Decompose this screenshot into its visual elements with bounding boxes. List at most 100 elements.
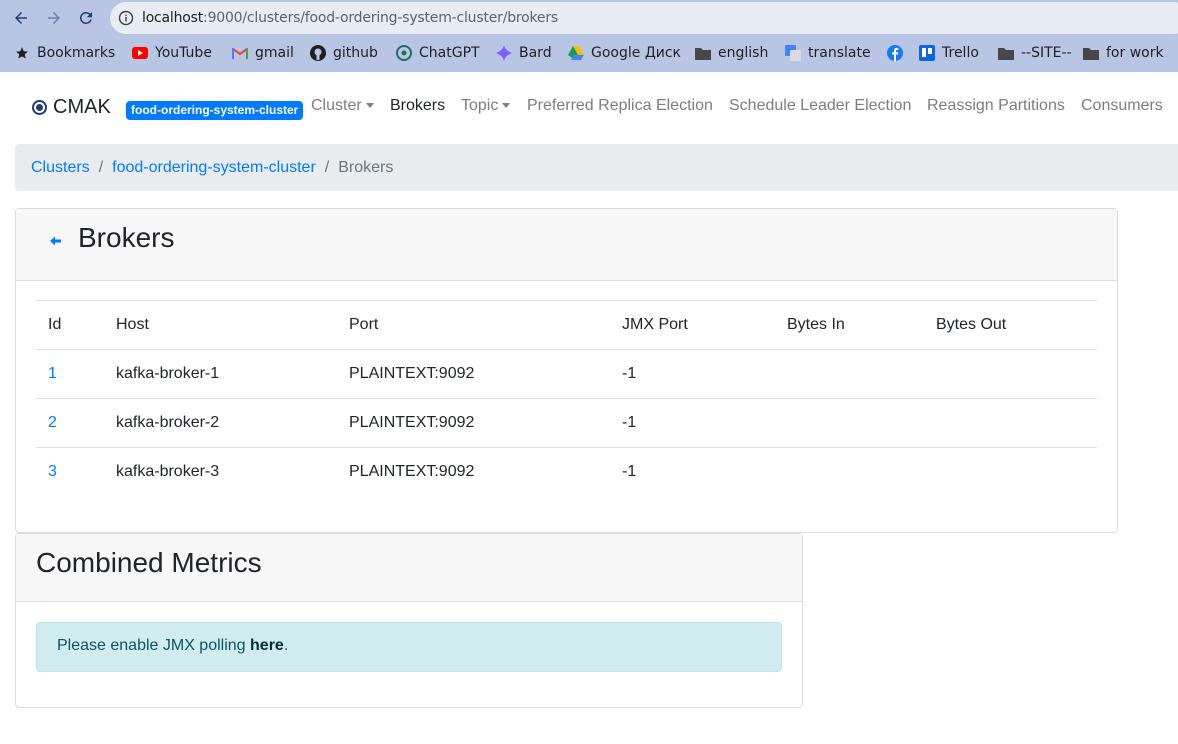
facebook-icon bbox=[887, 45, 903, 61]
broker-port: PLAINTEXT:9092 bbox=[337, 447, 610, 497]
youtube-icon bbox=[132, 45, 148, 61]
broker-jmx-port: -1 bbox=[610, 447, 775, 497]
forward-button[interactable] bbox=[42, 6, 66, 30]
star-icon bbox=[14, 45, 30, 61]
table-header-row: Id Host Port JMX Port Bytes In Bytes Out bbox=[36, 300, 1097, 350]
back-arrow-icon[interactable] bbox=[50, 235, 62, 247]
url-text: localhost:9000/clusters/food-ordering-sy… bbox=[142, 10, 558, 26]
bookmark-label: YouTube bbox=[155, 45, 212, 61]
bookmark-label: english bbox=[718, 45, 769, 61]
alert-suffix: . bbox=[283, 637, 289, 654]
table-row: 2 kafka-broker-2 PLAINTEXT:9092 -1 bbox=[36, 398, 1097, 448]
bookmark-label: Google Диск bbox=[591, 45, 682, 61]
broker-id-cell: 2 bbox=[36, 398, 104, 448]
bookmark-bard[interactable]: Bard bbox=[496, 42, 552, 64]
brand-link[interactable]: CMAK bbox=[32, 96, 111, 119]
bookmark-github[interactable]: github bbox=[310, 42, 378, 64]
broker-bytes-in bbox=[775, 447, 924, 497]
nav-label: Brokers bbox=[390, 97, 446, 114]
bookmark-label: for work bbox=[1106, 45, 1164, 61]
enable-jmx-link[interactable]: here bbox=[250, 637, 284, 654]
nav-topic-dropdown[interactable]: Topic bbox=[461, 97, 511, 115]
bookmark-label: Bard bbox=[519, 45, 552, 61]
broker-id-cell: 1 bbox=[36, 349, 104, 399]
broker-bytes-out bbox=[924, 349, 1097, 399]
column-header-bytes-in: Bytes In bbox=[775, 300, 924, 350]
bookmark-label: gmail bbox=[255, 45, 294, 61]
caret-down-icon bbox=[502, 103, 511, 109]
brokers-table: Id Host Port JMX Port Bytes In Bytes Out… bbox=[36, 300, 1097, 497]
broker-port: PLAINTEXT:9092 bbox=[337, 349, 610, 399]
bookmark-english[interactable]: english bbox=[695, 42, 768, 64]
arrow-right-icon bbox=[48, 12, 60, 24]
caret-down-icon bbox=[365, 103, 374, 109]
broker-id-link[interactable]: 2 bbox=[48, 414, 57, 431]
browser-chrome: localhost:9000/clusters/food-ordering-sy… bbox=[0, 0, 1178, 72]
nav-cluster-dropdown[interactable]: Cluster bbox=[311, 97, 374, 115]
folder-icon bbox=[695, 45, 711, 61]
broker-jmx-port: -1 bbox=[610, 398, 775, 448]
broker-bytes-out bbox=[924, 398, 1097, 448]
combined-metrics-card: Combined Metrics Please enable JMX polli… bbox=[15, 533, 803, 708]
bookmark-label: translate bbox=[808, 45, 871, 61]
bookmark-translate[interactable]: translate bbox=[785, 42, 871, 64]
folder-icon bbox=[998, 45, 1014, 61]
arrow-left-icon bbox=[15, 12, 27, 24]
nav-reassign-partitions[interactable]: Reassign Partitions bbox=[927, 97, 1065, 115]
breadcrumb-clusters-link[interactable]: Clusters bbox=[31, 159, 90, 177]
nav-schedule-leader-election[interactable]: Schedule Leader Election bbox=[729, 97, 911, 115]
nav-label: Schedule Leader Election bbox=[729, 97, 912, 114]
bookmarks-bar: Bookmarks YouTube gmail github ChatGPT B… bbox=[0, 38, 1178, 68]
broker-bytes-in bbox=[775, 349, 924, 399]
cluster-badge: food-ordering-system-cluster bbox=[126, 101, 304, 120]
broker-host: kafka-broker-1 bbox=[104, 349, 337, 399]
broker-port: PLAINTEXT:9092 bbox=[337, 398, 610, 448]
bard-icon bbox=[496, 45, 512, 61]
bookmark-site[interactable]: --SITE-- bbox=[998, 42, 1072, 64]
broker-jmx-port: -1 bbox=[610, 349, 775, 399]
brokers-card-header: Brokers bbox=[16, 209, 1117, 281]
bookmark-google-drive[interactable]: Google Диск bbox=[568, 42, 681, 64]
bookmark-label: Bookmarks bbox=[37, 45, 116, 61]
bookmark-label: Trello bbox=[942, 45, 979, 61]
bookmark-bookmarks[interactable]: Bookmarks bbox=[14, 42, 115, 64]
github-icon bbox=[310, 45, 326, 61]
back-button[interactable] bbox=[9, 6, 33, 30]
url-host: localhost bbox=[142, 10, 204, 26]
nav-label: Cluster bbox=[311, 97, 362, 114]
broker-id-link[interactable]: 3 bbox=[48, 463, 57, 480]
bookmark-chatgpt[interactable]: ChatGPT bbox=[396, 42, 480, 64]
nav-consumers[interactable]: Consumers bbox=[1081, 97, 1163, 115]
nav-label: Preferred Replica Election bbox=[527, 97, 713, 114]
info-icon[interactable] bbox=[118, 10, 134, 26]
cmak-logo-icon bbox=[32, 100, 47, 115]
jmx-polling-alert: Please enable JMX polling here. bbox=[36, 622, 782, 672]
breadcrumb-cluster-link[interactable]: food-ordering-system-cluster bbox=[112, 159, 316, 177]
table-row: 3 kafka-broker-3 PLAINTEXT:9092 -1 bbox=[36, 447, 1097, 497]
combined-metrics-title: Combined Metrics bbox=[36, 547, 262, 578]
bookmark-gmail[interactable]: gmail bbox=[232, 42, 294, 64]
chatgpt-icon bbox=[396, 45, 412, 61]
breadcrumb: Clusters / food-ordering-system-cluster … bbox=[15, 144, 1178, 191]
broker-id-cell: 3 bbox=[36, 447, 104, 497]
breadcrumb-current: Brokers bbox=[338, 158, 394, 176]
breadcrumb-separator: / bbox=[324, 158, 330, 176]
google-translate-icon bbox=[785, 45, 801, 61]
bookmark-youtube[interactable]: YouTube bbox=[132, 42, 212, 64]
broker-id-link[interactable]: 1 bbox=[48, 365, 57, 382]
address-bar[interactable]: localhost:9000/clusters/food-ordering-sy… bbox=[110, 2, 1178, 34]
bookmark-label: ChatGPT bbox=[419, 45, 480, 61]
google-drive-icon bbox=[568, 45, 584, 61]
url-path: :9000/clusters/food-ordering-system-clus… bbox=[203, 10, 558, 26]
bookmark-trello[interactable]: Trello bbox=[919, 42, 979, 64]
bookmark-facebook[interactable] bbox=[887, 42, 903, 64]
column-header-bytes-out: Bytes Out bbox=[924, 300, 1097, 350]
reload-button[interactable] bbox=[74, 6, 98, 30]
nav-label: Topic bbox=[461, 97, 499, 114]
brokers-title: Brokers bbox=[78, 222, 175, 253]
broker-bytes-in bbox=[775, 398, 924, 448]
nav-brokers[interactable]: Brokers bbox=[390, 97, 445, 115]
bookmark-for-work[interactable]: for work bbox=[1083, 42, 1164, 64]
folder-icon bbox=[1083, 45, 1099, 61]
nav-preferred-replica-election[interactable]: Preferred Replica Election bbox=[527, 97, 713, 115]
